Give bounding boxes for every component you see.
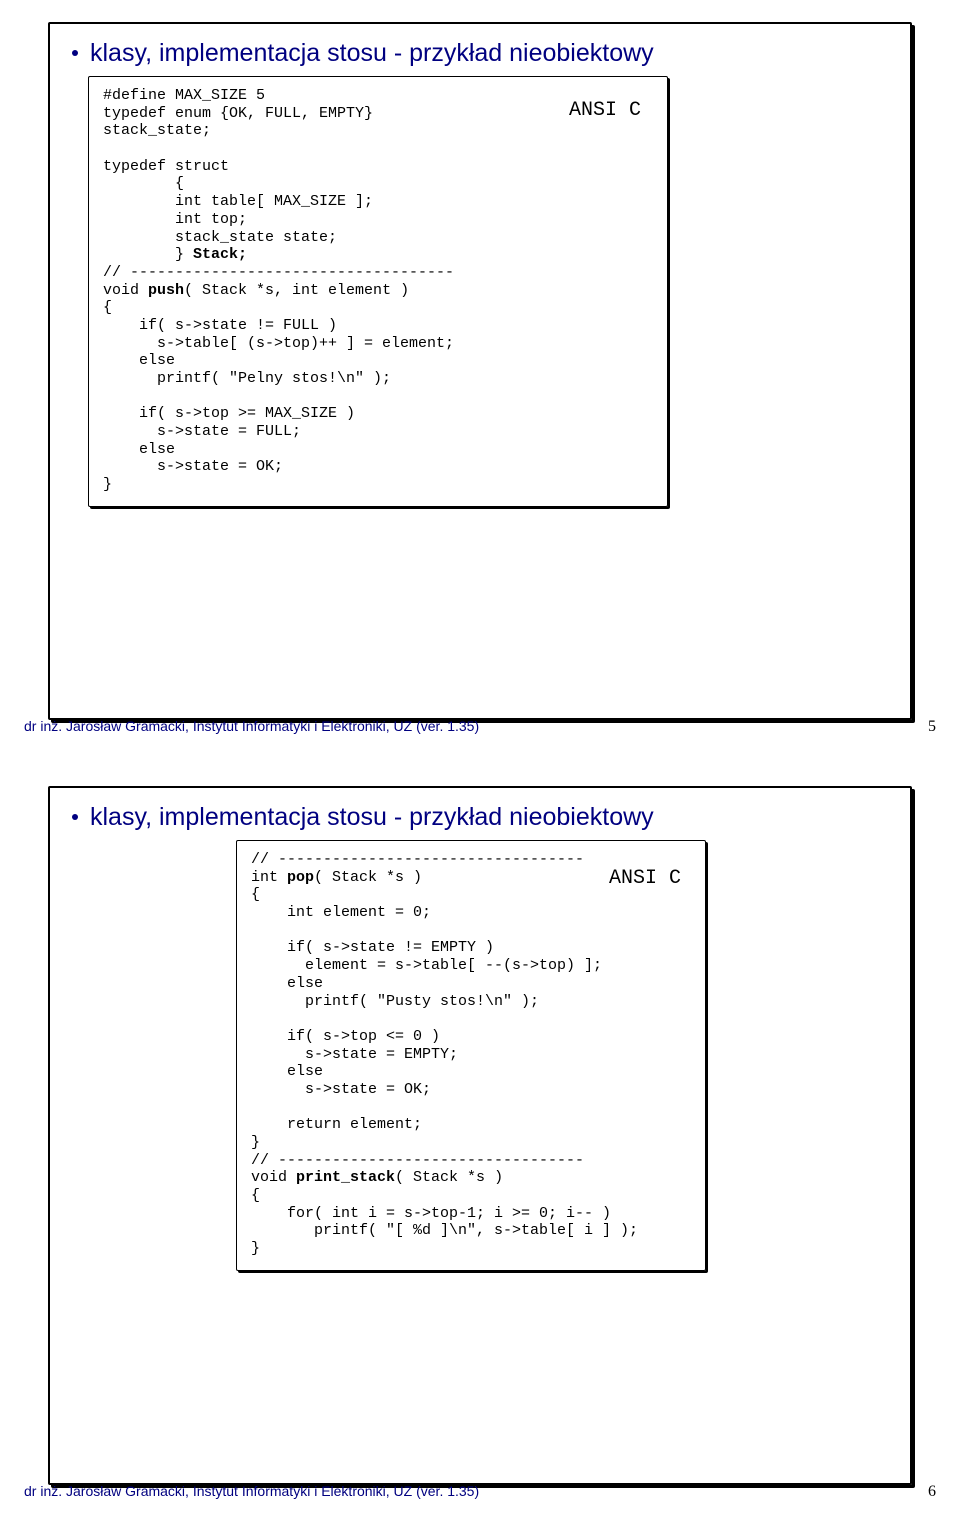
code-line: printf( "Pelny stos!\n" ); — [103, 370, 391, 387]
code-line: ( Stack *s ) — [314, 869, 422, 886]
code-line: s->state = EMPTY; — [251, 1046, 458, 1063]
code-line: typedef struct — [103, 158, 229, 175]
code-line: element = s->table[ --(s->top) ]; — [251, 957, 602, 974]
slide-title: klasy, implementacja stosu - przykład ni… — [90, 38, 654, 68]
code-block: // ---------------------------------- in… — [251, 851, 691, 1258]
code-keyword: pop — [287, 869, 314, 886]
code-keyword: push — [148, 282, 184, 299]
code-line: { — [251, 1187, 260, 1204]
code-line: s->state = FULL; — [103, 423, 301, 440]
language-label: ANSI C — [569, 99, 641, 122]
code-line: typedef enum {OK, FULL, EMPTY} — [103, 105, 373, 122]
code-line: { — [103, 299, 112, 316]
code-line: ( Stack *s, int element ) — [184, 282, 409, 299]
code-line: } — [103, 476, 112, 493]
code-line: int — [251, 869, 287, 886]
slide-2: klasy, implementacja stosu - przykład ni… — [0, 764, 960, 1529]
bullet-icon — [72, 50, 78, 56]
slide-footer: dr inż. Jarosław Gramacki, Instytut Info… — [24, 1483, 936, 1501]
language-label: ANSI C — [609, 867, 681, 890]
outer-frame: klasy, implementacja stosu - przykład ni… — [48, 22, 912, 720]
outer-frame: klasy, implementacja stosu - przykład ni… — [48, 786, 912, 1485]
code-line: { — [103, 175, 184, 192]
code-line: printf( "[ %d ]\n", s->table[ i ] ); — [251, 1222, 638, 1239]
code-line: int top; — [103, 211, 247, 228]
code-line: } — [103, 246, 193, 263]
code-line: if( s->state != EMPTY ) — [251, 939, 494, 956]
code-line: void — [103, 282, 148, 299]
code-line: return element; — [251, 1116, 422, 1133]
footer-text: dr inż. Jarosław Gramacki, Instytut Info… — [24, 1483, 479, 1499]
code-line: for( int i = s->top-1; i >= 0; i-- ) — [251, 1205, 611, 1222]
page-number: 6 — [928, 1483, 936, 1501]
code-keyword: Stack; — [193, 246, 247, 263]
code-line: { — [251, 886, 260, 903]
code-line: if( s->top <= 0 ) — [251, 1028, 440, 1045]
code-line: int element = 0; — [251, 904, 431, 921]
code-line: int table[ MAX_SIZE ]; — [103, 193, 373, 210]
slide-1: klasy, implementacja stosu - przykład ni… — [0, 0, 960, 764]
code-frame: ANSI C #define MAX_SIZE 5 typedef enum {… — [88, 76, 668, 507]
page-number: 5 — [928, 718, 936, 736]
slide-title: klasy, implementacja stosu - przykład ni… — [90, 802, 654, 832]
code-line: else — [103, 352, 175, 369]
code-block: #define MAX_SIZE 5 typedef enum {OK, FUL… — [103, 87, 653, 494]
code-line: if( s->state != FULL ) — [103, 317, 337, 334]
code-line: // ------------------------------------ — [103, 264, 454, 281]
code-line: } — [251, 1240, 260, 1257]
code-line: else — [103, 441, 175, 458]
code-line: printf( "Pusty stos!\n" ); — [251, 993, 539, 1010]
code-line: s->state = OK; — [251, 1081, 431, 1098]
code-line: // ---------------------------------- — [251, 1152, 584, 1169]
code-line: stack_state state; — [103, 229, 337, 246]
code-line: s->state = OK; — [103, 458, 283, 475]
code-line: #define MAX_SIZE 5 — [103, 87, 265, 104]
slide-footer: dr inż. Jarosław Gramacki, Instytut Info… — [24, 718, 936, 736]
footer-text: dr inż. Jarosław Gramacki, Instytut Info… — [24, 718, 479, 734]
code-line: stack_state; — [103, 122, 211, 139]
title-row: klasy, implementacja stosu - przykład ni… — [72, 38, 894, 68]
title-row: klasy, implementacja stosu - przykład ni… — [72, 802, 894, 832]
bullet-icon — [72, 814, 78, 820]
code-line: void — [251, 1169, 296, 1186]
code-line: // ---------------------------------- — [251, 851, 584, 868]
code-line: if( s->top >= MAX_SIZE ) — [103, 405, 355, 422]
code-frame: ANSI C // ------------------------------… — [236, 840, 706, 1271]
code-line: else — [251, 975, 323, 992]
code-line: s->table[ (s->top)++ ] = element; — [103, 335, 454, 352]
code-line: else — [251, 1063, 323, 1080]
code-keyword: print_stack — [296, 1169, 395, 1186]
code-line: ( Stack *s ) — [395, 1169, 503, 1186]
code-line: } — [251, 1134, 260, 1151]
